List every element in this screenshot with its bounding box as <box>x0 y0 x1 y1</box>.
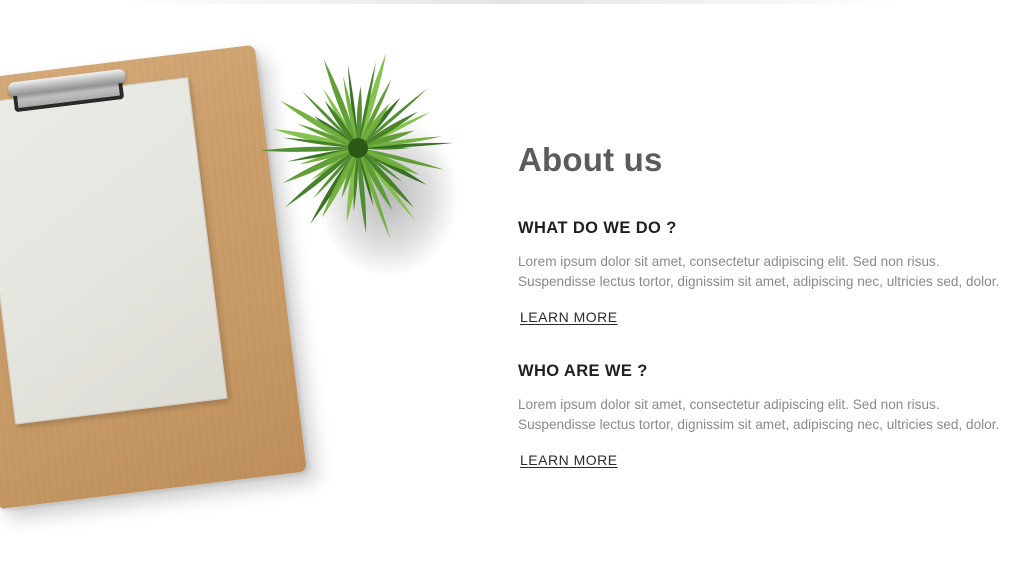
section-who-we-are: WHO ARE WE ? Lorem ipsum dolor sit amet,… <box>518 361 1008 470</box>
learn-more-link[interactable]: LEARN MORE <box>520 309 618 325</box>
section-heading: WHO ARE WE ? <box>518 362 648 380</box>
section-text: Lorem ipsum dolor sit amet, consectetur … <box>518 252 1008 292</box>
section-heading: WHAT DO WE DO ? <box>518 219 677 237</box>
plant-image <box>258 46 458 276</box>
text-line: Lorem ipsum dolor sit amet, consectetur … <box>518 254 940 269</box>
about-content: About us WHAT DO WE DO ? Lorem ipsum dol… <box>518 138 1008 470</box>
about-page: About us WHAT DO WE DO ? Lorem ipsum dol… <box>0 0 1024 561</box>
section-what-we-do: WHAT DO WE DO ? Lorem ipsum dolor sit am… <box>518 218 1008 327</box>
text-line: Suspendisse lectus tortor, dignissim sit… <box>518 274 1000 289</box>
learn-more-link[interactable]: LEARN MORE <box>520 452 618 468</box>
text-line: Lorem ipsum dolor sit amet, consectetur … <box>518 397 940 412</box>
paper-image <box>0 76 228 425</box>
plant-core <box>348 138 368 158</box>
page-title: About us <box>518 141 663 178</box>
desk-illustration <box>0 0 470 561</box>
section-text: Lorem ipsum dolor sit amet, consectetur … <box>518 395 1008 435</box>
plant-icon <box>260 53 454 240</box>
text-line: Suspendisse lectus tortor, dignissim sit… <box>518 417 1000 432</box>
